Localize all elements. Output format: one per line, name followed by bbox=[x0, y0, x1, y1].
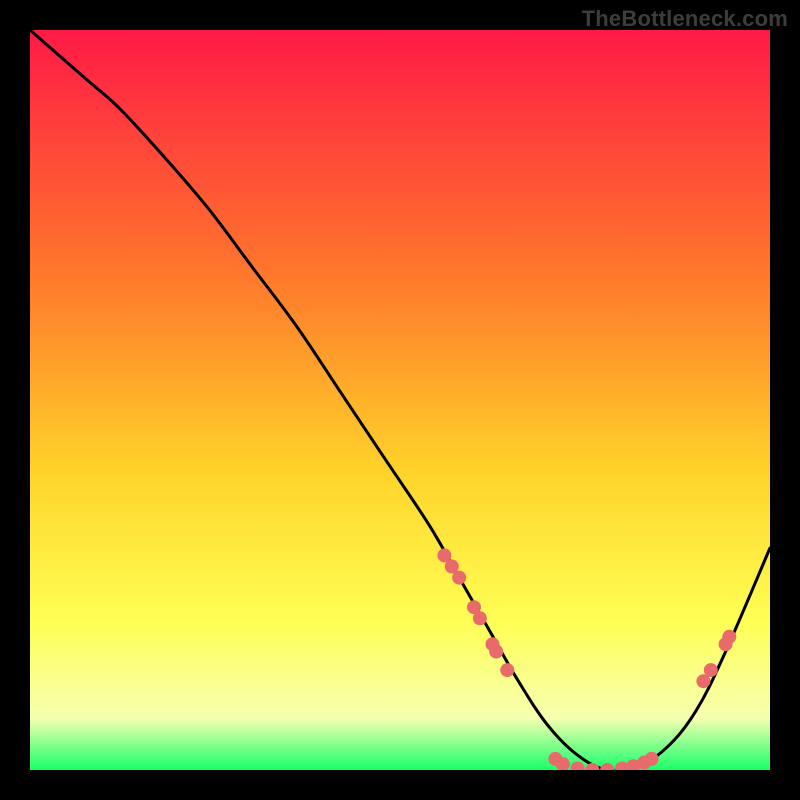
gradient-background bbox=[30, 30, 770, 770]
chart-frame: TheBottleneck.com bbox=[0, 0, 800, 800]
data-marker bbox=[500, 663, 514, 677]
chart-plot bbox=[30, 30, 770, 770]
data-marker bbox=[489, 645, 503, 659]
data-marker bbox=[645, 752, 659, 766]
attribution-text: TheBottleneck.com bbox=[582, 6, 788, 32]
data-marker bbox=[704, 663, 718, 677]
data-marker bbox=[473, 611, 487, 625]
chart-svg bbox=[30, 30, 770, 770]
data-marker bbox=[452, 571, 466, 585]
data-marker bbox=[722, 630, 736, 644]
